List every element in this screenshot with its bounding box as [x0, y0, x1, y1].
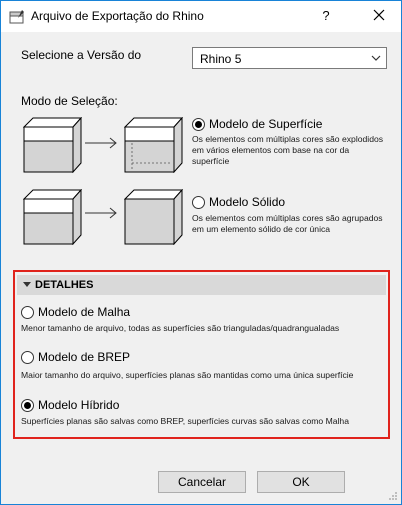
- brep-model-label: Modelo de BREP: [38, 350, 131, 364]
- version-label: Selecione a Versão do: [21, 48, 142, 62]
- solid-cube-icon: [124, 189, 184, 245]
- chevron-down-icon: [371, 55, 381, 61]
- cancel-button[interactable]: Cancelar: [158, 471, 246, 493]
- brep-model-description: Maior tamanho do arquivo, superfícies pl…: [21, 370, 354, 380]
- surface-desc-line: Os elementos com múltiplas cores são exp…: [192, 134, 384, 144]
- surface-model-description: Os elementos com múltiplas cores são exp…: [192, 134, 383, 167]
- surface-model-label: Modelo de Superfície: [209, 117, 323, 131]
- version-select[interactable]: Rhino 5: [192, 47, 387, 69]
- help-button[interactable]: ?: [319, 8, 333, 23]
- dialog-window: Arquivo de Exportação do Rhino ? Selecio…: [0, 0, 402, 505]
- solid-model-radio[interactable]: [192, 196, 205, 209]
- surface-desc-line: em vários elementos com base na cor da: [192, 145, 350, 155]
- rhino-app-icon: [9, 10, 24, 24]
- surface-desc-line: superfície: [192, 156, 230, 166]
- mesh-model-description: Menor tamanho de arquivo, todas as super…: [21, 323, 340, 333]
- version-select-value: Rhino 5: [200, 52, 242, 66]
- details-header[interactable]: DETALHES: [17, 275, 386, 295]
- arrow-right-icon: [85, 207, 117, 219]
- solid-model-label: Modelo Sólido: [209, 195, 286, 209]
- title-bar: Arquivo de Exportação do Rhino ?: [1, 1, 401, 32]
- arrow-right-icon: [85, 137, 117, 149]
- mesh-model-radio[interactable]: [21, 306, 34, 319]
- details-title: DETALHES: [35, 279, 94, 291]
- brep-model-radio[interactable]: [21, 351, 34, 364]
- ok-button[interactable]: OK: [257, 471, 345, 493]
- mesh-model-label: Modelo de Malha: [38, 305, 131, 319]
- window-title: Arquivo de Exportação do Rhino: [31, 9, 204, 23]
- close-icon[interactable]: [369, 5, 389, 25]
- multicolor-cube-icon: [23, 189, 83, 245]
- resize-grip-icon[interactable]: [388, 491, 398, 501]
- multicolor-cube-icon: [23, 117, 83, 173]
- collapse-triangle-icon: [23, 282, 31, 287]
- hybrid-model-label: Modelo Híbrido: [38, 398, 120, 412]
- hybrid-model-radio[interactable]: [21, 399, 34, 412]
- surface-model-radio[interactable]: [192, 118, 205, 131]
- hybrid-model-description: Superfícies planas são salvas como BREP,…: [21, 416, 349, 426]
- solid-desc-line: Os elementos com múltiplas cores são agr…: [192, 213, 383, 223]
- solid-model-description: Os elementos com múltiplas cores são agr…: [192, 213, 383, 235]
- solid-desc-line: em um elemento sólido de cor única: [192, 224, 331, 234]
- exploded-cube-icon: [124, 117, 184, 173]
- selection-mode-label: Modo de Seleção:: [21, 94, 118, 108]
